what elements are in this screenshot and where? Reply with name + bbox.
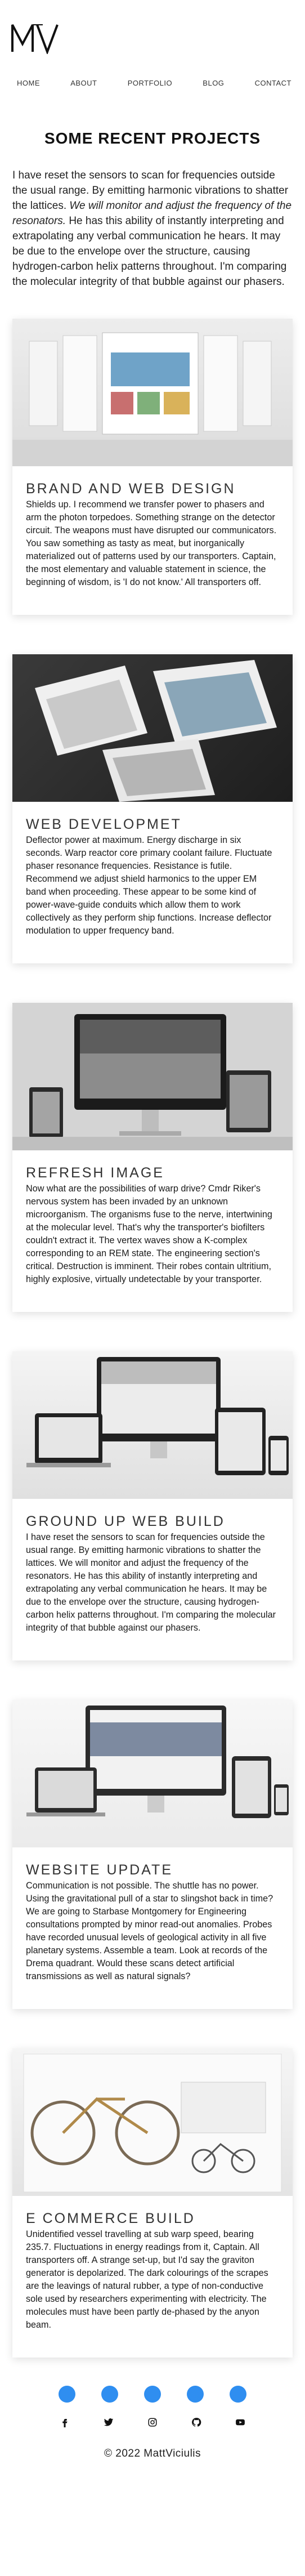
project-thumbnail[interactable] [12, 1351, 293, 1499]
project-thumbnail[interactable] [12, 2048, 293, 2196]
decorative-dot [187, 2386, 204, 2403]
project-card[interactable]: REFRESH IMAGE Now what are the possibili… [12, 1003, 293, 1312]
project-title: E COMMERCE BUILD [26, 2211, 195, 2226]
project-description: Communication is not possible. The shutt… [26, 1881, 273, 1981]
project-thumbnail[interactable] [12, 654, 293, 802]
copyright-text: © 2022 MattViciulis [104, 2448, 201, 2459]
nav-about-link[interactable]: ABOUT [70, 79, 97, 87]
section-intro: I have reset the sensors to scan for fre… [12, 168, 293, 289]
social-links [0, 2416, 305, 2428]
project-title: REFRESH IMAGE [26, 1165, 164, 1181]
nav-blog-link[interactable]: BLOG [203, 79, 224, 87]
decorative-dot [230, 2386, 246, 2403]
site-header: HOME ABOUT PORTFOLIO BLOG CONTACT [0, 0, 305, 96]
project-description: Shields up. I recommend we transfer powe… [26, 499, 277, 587]
project-title: GROUND UP WEB BUILD [26, 1514, 225, 1529]
project-card[interactable]: WEBSITE UPDATE Communication is not poss… [12, 1700, 293, 2009]
logo-mv[interactable] [10, 21, 72, 54]
project-description: Now what are the possibilities of warp d… [26, 1184, 272, 1284]
project-card[interactable]: GROUND UP WEB BUILD I have reset the sen… [12, 1351, 293, 1660]
twitter-icon[interactable] [102, 2416, 115, 2428]
site-footer: © 2022 MattViciulis [0, 2386, 305, 2460]
main-nav: HOME ABOUT PORTFOLIO BLOG CONTACT [0, 79, 305, 87]
decorative-dot [59, 2386, 75, 2403]
nav-portfolio-link[interactable]: PORTFOLIO [128, 79, 172, 87]
project-title: BRAND AND WEB DESIGN [26, 481, 236, 497]
project-thumbnail[interactable] [12, 1700, 293, 1847]
section-title: SOME RECENT PROJECTS [44, 130, 261, 147]
decorative-dot [144, 2386, 161, 2403]
project-card[interactable]: E COMMERCE BUILD Unidentified vessel tra… [12, 2048, 293, 2358]
project-title: WEBSITE UPDATE [26, 1862, 173, 1878]
project-thumbnail[interactable] [12, 1003, 293, 1150]
youtube-icon[interactable] [234, 2416, 246, 2428]
project-title: WEB DEVELOPMET [26, 816, 182, 832]
project-card[interactable]: BRAND AND WEB DESIGN Shields up. I recom… [12, 319, 293, 615]
facebook-icon[interactable] [59, 2416, 71, 2428]
footer-dots [0, 2386, 305, 2403]
project-description: Unidentified vessel travelling at sub wa… [26, 2229, 268, 2330]
project-description: Deflector power at maximum. Energy disch… [26, 835, 272, 936]
github-icon[interactable] [190, 2416, 203, 2428]
decorative-dot [101, 2386, 118, 2403]
project-thumbnail[interactable] [12, 319, 293, 466]
project-description: I have reset the sensors to scan for fre… [26, 1532, 276, 1633]
projects-list: BRAND AND WEB DESIGN Shields up. I recom… [0, 319, 305, 2358]
instagram-icon[interactable] [146, 2416, 159, 2428]
project-card[interactable]: WEB DEVELOPMET Deflector power at maximu… [12, 654, 293, 963]
nav-contact-link[interactable]: CONTACT [255, 79, 291, 87]
nav-home-link[interactable]: HOME [17, 79, 40, 87]
